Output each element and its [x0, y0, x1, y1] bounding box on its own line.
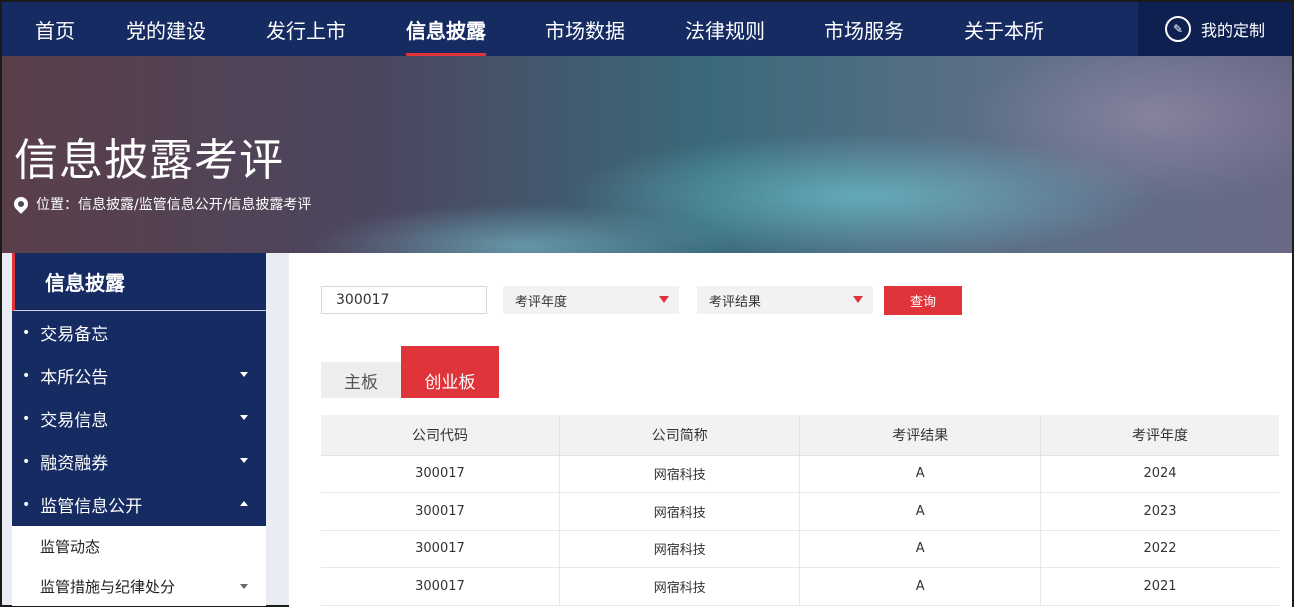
sidebar-subitem-label: 监管动态: [40, 537, 101, 556]
sidebar-item-trading-info[interactable]: • 交易信息: [12, 397, 266, 440]
chevron-down-icon: [240, 584, 248, 589]
bullet-icon: •: [22, 367, 31, 384]
cell-company-code: 300017: [321, 530, 560, 568]
compass-icon: ✎: [1164, 16, 1191, 42]
sidebar-item-trading-memo[interactable]: • 交易备忘: [12, 311, 266, 354]
table-row: 300017 网宿科技 A 2024: [321, 455, 1279, 493]
cell-year: 2023: [1040, 492, 1279, 531]
cell-company-name: 网宿科技: [559, 455, 801, 493]
cell-company-name: 网宿科技: [559, 530, 801, 568]
bullet-icon: •: [22, 410, 31, 427]
table-row: 300017 网宿科技 A 2023: [321, 492, 1279, 531]
cell-company-name: 网宿科技: [559, 567, 801, 606]
page-banner: 信息披露考评 位置：信息披露/监管信息公开/信息披露考评: [2, 56, 1292, 253]
nav-item-listing[interactable]: 发行上市: [266, 2, 346, 56]
cell-year: 2021: [1040, 567, 1279, 606]
chevron-down-icon: [240, 415, 248, 420]
nav-item-services[interactable]: 市场服务: [824, 2, 904, 56]
sidebar-item-label: 交易信息: [40, 411, 109, 431]
my-custom-button[interactable]: ✎ 我的定制: [1138, 2, 1292, 56]
sidebar-item-label: 本所公告: [40, 368, 109, 388]
nav-item-home[interactable]: 首页: [35, 2, 75, 56]
nav-item-about[interactable]: 关于本所: [964, 2, 1044, 56]
sidebar-item-announcements[interactable]: • 本所公告: [12, 354, 266, 397]
nav-item-disclosure[interactable]: 信息披露: [406, 2, 486, 56]
bullet-icon: •: [22, 324, 31, 341]
nav-item-market-data[interactable]: 市场数据: [545, 2, 625, 56]
table-header-row: 公司代码 公司简称 考评结果 考评年度: [321, 415, 1279, 456]
sidebar: 信息披露 • 交易备忘 • 本所公告 • 交易信息 • 融资融券 • 监管信息公…: [12, 253, 266, 607]
sidebar-item-label: 交易备忘: [40, 325, 109, 345]
result-select[interactable]: 考评结果: [697, 286, 873, 314]
top-nav: 首页 党的建设 发行上市 信息披露 市场数据 法律规则 市场服务 关于本所 ✎ …: [2, 2, 1292, 56]
cell-company-code: 300017: [321, 455, 560, 493]
cell-company-name: 网宿科技: [559, 492, 801, 531]
header-year: 考评年度: [1040, 415, 1279, 456]
sidebar-item-label: 监管信息公开: [40, 497, 143, 517]
query-button[interactable]: 查询: [884, 286, 962, 315]
bullet-icon: •: [22, 496, 31, 513]
sidebar-item-regulatory-info[interactable]: • 监管信息公开: [12, 483, 266, 526]
evaluation-table: 公司代码 公司简称 考评结果 考评年度 300017 网宿科技 A 2024 3…: [321, 415, 1279, 606]
caret-down-icon: [853, 296, 863, 303]
cell-result: A: [799, 567, 1042, 606]
caret-down-icon: [659, 296, 669, 303]
header-company-code: 公司代码: [321, 415, 560, 456]
tab-gem-board[interactable]: 创业板: [401, 346, 499, 398]
result-select-label: 考评结果: [709, 294, 762, 310]
header-company-name: 公司简称: [559, 415, 801, 456]
bullet-icon: •: [22, 453, 31, 470]
page-title: 信息披露考评: [14, 135, 284, 186]
header-result: 考评结果: [799, 415, 1042, 456]
sidebar-subitem-label: 监管措施与纪律处分: [40, 577, 176, 596]
chevron-up-icon: [240, 501, 248, 506]
company-code-input[interactable]: [321, 286, 487, 314]
cell-year: 2024: [1040, 455, 1279, 493]
year-select[interactable]: 考评年度: [503, 286, 679, 314]
cell-company-code: 300017: [321, 492, 560, 531]
cell-result: A: [799, 492, 1042, 531]
sidebar-item-margin-trading[interactable]: • 融资融券: [12, 440, 266, 483]
cell-result: A: [799, 455, 1042, 493]
table-row: 300017 网宿科技 A 2021: [321, 567, 1279, 606]
nav-item-rules[interactable]: 法律规则: [685, 2, 765, 56]
breadcrumb-text: 位置：信息披露/监管信息公开/信息披露考评: [36, 197, 312, 213]
sidebar-item-label: 融资融券: [40, 454, 109, 474]
cell-result: A: [799, 530, 1042, 568]
sidebar-heading: 信息披露: [12, 253, 266, 311]
main-content: 考评年度 考评结果 查询 主板 创业板 公司代码 公司简称 考评结果 考评年度 …: [289, 253, 1292, 607]
cell-company-code: 300017: [321, 567, 560, 606]
chevron-down-icon: [240, 458, 248, 463]
my-custom-label: 我的定制: [1200, 21, 1265, 40]
sidebar-subitem-measures-penalties[interactable]: 监管措施与纪律处分: [12, 566, 266, 606]
sidebar-subitem-regulatory-news[interactable]: 监管动态: [12, 526, 266, 566]
breadcrumb: 位置：信息披露/监管信息公开/信息披露考评: [11, 194, 312, 214]
year-select-label: 考评年度: [515, 294, 568, 310]
tab-main-board[interactable]: 主板: [321, 362, 401, 398]
nav-item-party-building[interactable]: 党的建设: [126, 2, 206, 56]
table-row: 300017 网宿科技 A 2022: [321, 530, 1279, 568]
cell-year: 2022: [1040, 530, 1279, 568]
location-pin-icon: [11, 194, 31, 214]
chevron-down-icon: [240, 372, 248, 377]
